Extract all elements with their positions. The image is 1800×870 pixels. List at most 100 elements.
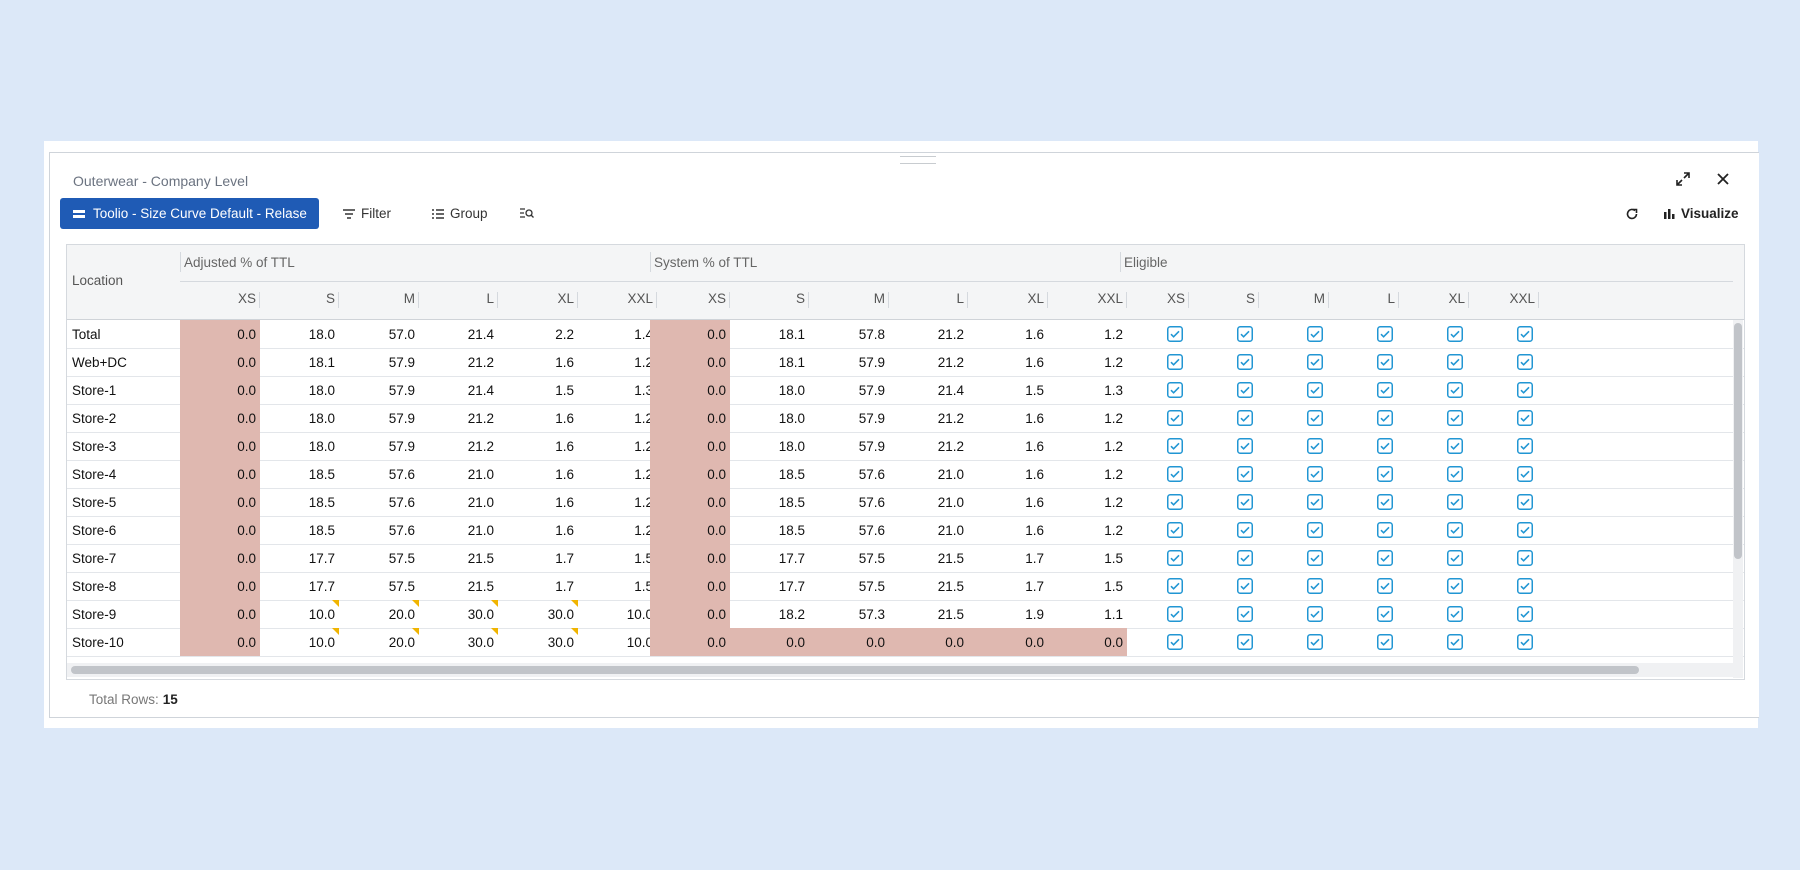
eligible-checkbox[interactable] [1307,354,1323,370]
adjusted-value-cell[interactable]: 1.6 [498,460,578,488]
eligible-checkbox[interactable] [1307,578,1323,594]
vertical-scroll-thumb[interactable] [1734,323,1742,559]
adjusted-value-cell[interactable]: 1.4 [578,320,657,348]
adjusted-value-cell[interactable]: 30.0 [498,600,578,628]
eligible-checkbox[interactable] [1517,354,1533,370]
eligible-checkbox[interactable] [1447,466,1463,482]
adjusted-value-cell[interactable]: 17.7 [260,544,339,572]
adjusted-value-cell[interactable]: 1.2 [578,460,657,488]
adjusted-value-cell[interactable]: 0.0 [180,404,260,432]
eligible-checkbox[interactable] [1237,382,1253,398]
horizontal-scroll-thumb[interactable] [71,666,1639,674]
adjusted-value-cell[interactable]: 57.5 [339,544,419,572]
eligible-m-column-header[interactable]: M [1255,291,1329,309]
adjusted-value-cell[interactable]: 0.0 [180,320,260,348]
adjusted-value-cell[interactable]: 0.0 [180,628,260,656]
eligible-checkbox[interactable] [1237,410,1253,426]
eligible-checkbox[interactable] [1377,634,1393,650]
adjusted-value-cell[interactable]: 1.6 [498,488,578,516]
eligible-checkbox[interactable] [1237,578,1253,594]
adjusted-value-cell[interactable]: 1.6 [498,404,578,432]
adjusted-value-cell[interactable]: 10.0 [260,628,339,656]
adjusted-value-cell[interactable]: 1.2 [578,488,657,516]
eligible-checkbox[interactable] [1307,494,1323,510]
vertical-scrollbar[interactable] [1733,320,1743,678]
eligible-checkbox[interactable] [1307,522,1323,538]
adjusted-value-cell[interactable]: 1.5 [498,376,578,404]
table-row[interactable]: Store-2 0.0 18.0 57.9 21.2 1.6 1.2 0.0 18.0 57.9 2… [67,404,1744,433]
adjusted-value-cell[interactable]: 21.2 [419,348,498,376]
adjusted-value-cell[interactable]: 10.0 [260,600,339,628]
adjusted-value-cell[interactable]: 1.7 [498,572,578,600]
table-row[interactable]: Store-9 0.0 10.0 20.0 30.0 30.0 10.0 0.0 18.2 57.… [67,600,1744,629]
adjusted-value-cell[interactable]: 21.5 [419,544,498,572]
eligible-checkbox[interactable] [1447,634,1463,650]
adjusted-value-cell[interactable]: 21.4 [419,320,498,348]
expand-icon[interactable] [1674,170,1692,188]
eligible-checkbox[interactable] [1517,438,1533,454]
eligible-checkbox[interactable] [1447,438,1463,454]
eligible-checkbox[interactable] [1377,326,1393,342]
eligible-checkbox[interactable] [1237,466,1253,482]
eligible-checkbox[interactable] [1517,606,1533,622]
adjusted-value-cell[interactable]: 30.0 [419,628,498,656]
adjusted-value-cell[interactable]: 0.0 [180,488,260,516]
eligible-checkbox[interactable] [1447,494,1463,510]
eligible-checkbox[interactable] [1377,382,1393,398]
adjusted-value-cell[interactable]: 57.9 [339,432,419,460]
eligible-xl-column-header[interactable]: XL [1395,291,1469,309]
system-s-column-header[interactable]: S [730,291,809,309]
adjusted-value-cell[interactable]: 57.5 [339,572,419,600]
adjusted-value-cell[interactable]: 18.5 [260,488,339,516]
adjusted-value-cell[interactable]: 0.0 [180,572,260,600]
eligible-checkbox[interactable] [1447,382,1463,398]
eligible-checkbox[interactable] [1237,522,1253,538]
adjusted-value-cell[interactable]: 21.0 [419,460,498,488]
adjusted-value-cell[interactable]: 10.0 [578,628,657,656]
system-xxl-column-header[interactable]: XXL [1048,291,1127,309]
adjusted-value-cell[interactable]: 1.5 [578,572,657,600]
eligible-checkbox[interactable] [1307,382,1323,398]
adjusted-value-cell[interactable]: 20.0 [339,600,419,628]
eligible-checkbox[interactable] [1517,410,1533,426]
eligible-checkbox[interactable] [1307,634,1323,650]
adjusted-value-cell[interactable]: 57.0 [339,320,419,348]
adjusted-value-cell[interactable]: 17.7 [260,572,339,600]
eligible-checkbox[interactable] [1517,522,1533,538]
eligible-checkbox[interactable] [1167,494,1183,510]
eligible-checkbox[interactable] [1517,494,1533,510]
eligible-checkbox[interactable] [1167,550,1183,566]
adjusted-value-cell[interactable]: 18.5 [260,460,339,488]
filter-button[interactable]: Filter [343,198,391,229]
table-row[interactable]: Total 0.0 18.0 57.0 21.4 2.2 1.4 0.0 18.1 57.8 21.… [67,320,1744,349]
eligible-checkbox[interactable] [1167,354,1183,370]
eligible-checkbox[interactable] [1377,578,1393,594]
adjusted-value-cell[interactable]: 57.9 [339,404,419,432]
eligible-checkbox[interactable] [1447,578,1463,594]
eligible-checkbox[interactable] [1307,550,1323,566]
eligible-checkbox[interactable] [1237,634,1253,650]
adjusted-value-cell[interactable]: 1.6 [498,348,578,376]
eligible-checkbox[interactable] [1377,522,1393,538]
adjusted-value-cell[interactable]: 57.6 [339,488,419,516]
adjusted-value-cell[interactable]: 1.5 [578,544,657,572]
search-columns-button[interactable] [520,198,540,229]
adjusted-value-cell[interactable]: 21.2 [419,404,498,432]
adjusted-value-cell[interactable]: 1.3 [578,376,657,404]
adjusted-value-cell[interactable]: 57.6 [339,460,419,488]
adjusted-value-cell[interactable]: 10.0 [578,600,657,628]
eligible-checkbox[interactable] [1307,326,1323,342]
table-row[interactable]: Store-1 0.0 18.0 57.9 21.4 1.5 1.3 0.0 18.0 57.9 2… [67,376,1744,405]
adjusted-value-cell[interactable]: 21.4 [419,376,498,404]
system-l-column-header[interactable]: L [889,291,968,309]
eligible-checkbox[interactable] [1167,634,1183,650]
adjusted-value-cell[interactable]: 1.7 [498,544,578,572]
adjusted-xs-column-header[interactable]: XS [180,291,260,309]
view-selector-button[interactable]: Toolio - Size Curve Default - Relase [60,198,319,229]
eligible-xs-column-header[interactable]: XS [1120,291,1189,309]
eligible-checkbox[interactable] [1167,326,1183,342]
adjusted-value-cell[interactable]: 1.6 [498,432,578,460]
refresh-button[interactable] [1625,198,1645,229]
adjusted-value-cell[interactable]: 21.0 [419,516,498,544]
eligible-checkbox[interactable] [1167,578,1183,594]
